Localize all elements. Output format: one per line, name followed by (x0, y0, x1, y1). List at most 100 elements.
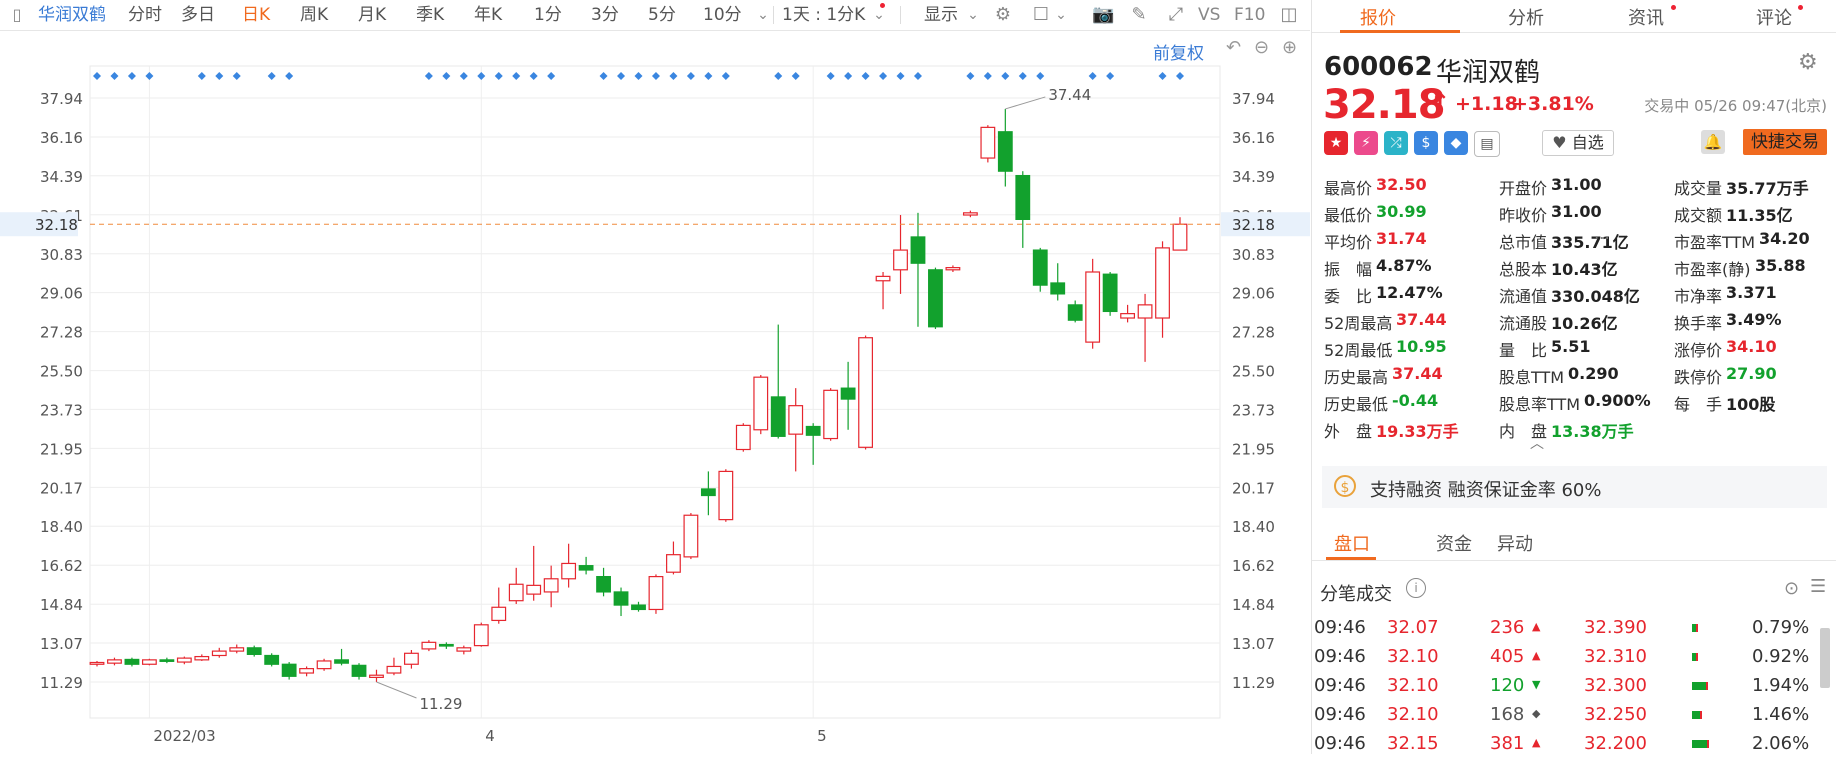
range-chevron-icon[interactable]: ⌄ (868, 4, 890, 26)
tick-avg-price: 32.390 (1584, 617, 1647, 638)
candle-body (578, 565, 594, 571)
range-select[interactable]: 1天 : 1分K (782, 5, 865, 25)
pencil-icon[interactable]: ✎ (1128, 4, 1150, 26)
tab-comments[interactable]: 评论 (1756, 4, 1792, 30)
event-marker-icon (1106, 72, 1115, 80)
period-5min[interactable]: 5分 (648, 5, 676, 25)
period-yearly-k[interactable]: 年K (474, 5, 502, 25)
china-flag-icon[interactable]: ★ (1324, 131, 1348, 155)
candle-body (438, 643, 454, 647)
y-tick-label-left: 20.17 (40, 479, 83, 497)
event-marker-icon (442, 72, 451, 80)
x-tick-label: 2022/03 (153, 727, 215, 745)
event-marker-icon (232, 72, 241, 80)
camera-icon[interactable]: 📷 (1092, 4, 1114, 26)
event-marker-icon (1176, 72, 1184, 80)
panel-settings-gear-icon[interactable]: ⚙ (1798, 50, 1818, 75)
period-weekly-k[interactable]: 周K (300, 5, 328, 25)
candle-body (508, 583, 524, 602)
tick-ratio-bar-red (1696, 624, 1698, 632)
quote-value: 0.290 (1568, 364, 1619, 383)
display-chevron-icon[interactable]: ⌄ (962, 4, 984, 26)
period-daily-k[interactable]: 日K (242, 5, 270, 25)
stock-name-link[interactable]: 华润双鹤 (38, 5, 106, 25)
lightning-icon[interactable]: ⚡ (1354, 131, 1378, 155)
period-3min[interactable]: 3分 (591, 5, 619, 25)
event-marker-icon (110, 72, 119, 80)
tab-quote[interactable]: 报价 (1360, 4, 1396, 30)
document-icon[interactable]: ▤ (1474, 131, 1500, 157)
kline-chart-area[interactable]: 前复权 ↶ ⊖ ⊕ 37.94 37.94 36.16 36.16 34.39 34.39… (0, 31, 1310, 754)
candle-body (1120, 313, 1136, 319)
y-tick-label-left: 34.39 (40, 168, 83, 186)
high-annotation-line (1005, 96, 1046, 110)
alert-bell-icon[interactable]: 🔔 (1701, 130, 1725, 154)
more-periods-chevron-icon[interactable]: ⌄ (752, 4, 774, 26)
margin-text: 支持融资 融资保证金率 60% (1370, 480, 1602, 501)
y-tick-label-right: 30.83 (1232, 246, 1275, 264)
collapse-chevron-icon[interactable]: ︿ (1530, 433, 1544, 453)
add-watchlist-button[interactable]: ♥ 自选 (1542, 130, 1614, 156)
quote-label: 总股本 (1499, 260, 1548, 279)
period-fenshi[interactable]: 分时 (128, 5, 162, 25)
fullscreen-icon[interactable]: ⤢ (1165, 4, 1187, 26)
settings-gear-icon[interactable]: ⚙ (992, 4, 1014, 26)
candle-body (683, 514, 699, 558)
event-marker-icon (127, 72, 136, 80)
tab-analysis[interactable]: 分析 (1508, 4, 1544, 30)
event-marker-icon (1001, 72, 1010, 80)
candle-body (945, 267, 961, 271)
period-multiday[interactable]: 多日 (181, 5, 215, 25)
more-info-icon[interactable]: ⋯ (1594, 228, 1610, 247)
tick-time: 09:46 (1314, 733, 1366, 754)
quote-value: 32.50 (1376, 175, 1427, 194)
candle-body (386, 665, 402, 674)
active-bottom-tab-underline (1326, 557, 1376, 560)
panel-toggle-icon[interactable]: ◫ (1278, 4, 1300, 26)
tick-row: 09:46 32.15 381 ▲ 32.200 2.06% (1312, 733, 1817, 757)
f10-button[interactable]: F10 (1234, 5, 1265, 25)
period-1min[interactable]: 1分 (534, 5, 562, 25)
kline-svg: 37.9437.9436.1636.1634.3934.3932.6132.61… (0, 65, 1310, 745)
tab-orderbook[interactable]: 盘口 (1334, 530, 1370, 556)
tab-news[interactable]: 资讯 (1628, 4, 1664, 30)
period-monthly-k[interactable]: 月K (358, 5, 386, 25)
tick-price: 32.10 (1387, 704, 1439, 725)
tick-volume: 120 (1490, 675, 1525, 696)
candle-body (840, 387, 856, 400)
period-10min[interactable]: 10分 (703, 5, 742, 25)
more-menu-icon[interactable]: ⊙ (1784, 578, 1799, 599)
info-icon[interactable]: i (1406, 578, 1426, 598)
sidebar-toggle-icon[interactable]: ▯ (6, 4, 28, 26)
quote-label: 历史最低 (1324, 395, 1389, 414)
candle-body (700, 488, 716, 497)
quick-trade-button[interactable]: 快捷交易 (1743, 129, 1827, 155)
candle-body (1172, 223, 1188, 251)
square-toggle-icon[interactable]: ☐ (1030, 4, 1052, 26)
tick-volume: 381 (1490, 733, 1525, 754)
y-tick-label-left: 25.50 (40, 363, 83, 381)
square-chevron-icon[interactable]: ⌄ (1050, 4, 1072, 26)
display-menu[interactable]: 显示 (924, 5, 958, 25)
quote-value: 31.74 (1376, 229, 1427, 248)
quote-value: 37.44 (1392, 364, 1443, 383)
quote-panel: 报价 分析 资讯 评论 600062 华润双鹤 ⚙ 32.18 ↑ +1.18 … (1311, 0, 1836, 754)
period-quarterly-k[interactable]: 季K (416, 5, 444, 25)
y-tick-label-right: 13.07 (1232, 635, 1275, 653)
tick-list-scrollbar[interactable] (1820, 628, 1830, 688)
shuffle-icon[interactable]: ⤮ (1384, 131, 1408, 155)
quote-value: 100股 (1726, 395, 1776, 414)
tick-ratio-bar (1692, 711, 1700, 719)
list-view-icon[interactable]: ☰ (1810, 576, 1826, 597)
dollar-icon[interactable]: $ (1414, 131, 1438, 155)
event-marker-icon (896, 72, 905, 80)
vs-button[interactable]: VS (1198, 5, 1220, 25)
event-marker-icon (966, 72, 975, 80)
tag-icon[interactable]: ◆ (1444, 131, 1468, 155)
tab-anomaly[interactable]: 异动 (1497, 530, 1533, 556)
quote-value: 335.71亿 (1551, 233, 1629, 252)
y-tick-label-right: 20.17 (1232, 479, 1275, 497)
y-tick-label-left: 16.62 (40, 557, 83, 575)
quote-value: 19.33万手 (1376, 422, 1459, 441)
tab-funds[interactable]: 资金 (1436, 530, 1472, 556)
